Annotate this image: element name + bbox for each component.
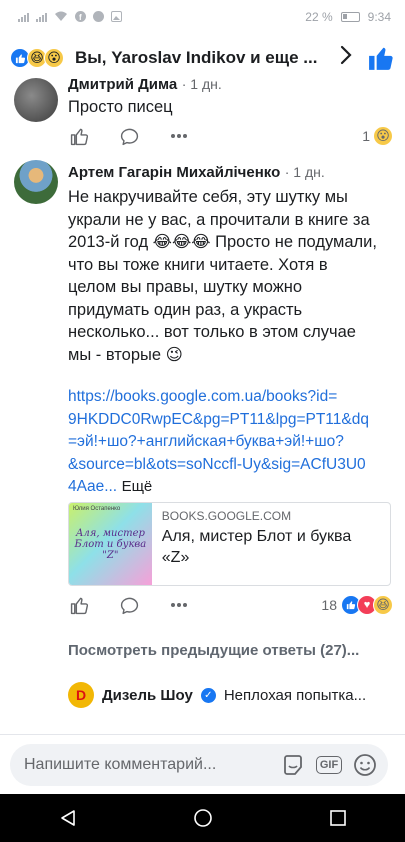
wifi-icon xyxy=(55,11,67,21)
link-preview-info: BOOKS.GOOGLE.COM Аля, мистер Блот и букв… xyxy=(152,503,390,585)
comment-text-line: целом вы правы, шутку можно xyxy=(68,278,303,296)
comment-author[interactable]: Дмитрий Дима xyxy=(68,76,177,93)
comment-time: 1 дн. xyxy=(293,164,325,180)
sticker-icon xyxy=(284,754,302,775)
see-more-link[interactable]: Ещё xyxy=(122,478,153,495)
link-line[interactable]: =эй!+шо?+английская+буква+эй!+шо? xyxy=(68,431,398,454)
thumbs-up-outline-icon xyxy=(70,128,88,145)
more-options-button[interactable] xyxy=(168,594,190,616)
status-left: f xyxy=(18,11,122,22)
wow-reaction-icon: 😮 xyxy=(44,48,64,68)
thumbs-up-outline-icon xyxy=(70,597,88,614)
laugh-reaction-icon: 😆 xyxy=(373,595,393,615)
comment-bubble-icon xyxy=(120,128,138,145)
messenger-notification-icon xyxy=(93,11,104,22)
recents-button[interactable] xyxy=(318,798,358,838)
comment-actions xyxy=(68,594,190,616)
reply-text: Неплохая попытка... xyxy=(223,686,367,704)
comment-input[interactable]: Напишите комментарий... GIF xyxy=(10,743,388,786)
facebook-notification-icon: f xyxy=(75,11,86,22)
comments-list[interactable]: Дмитрий Дима · 1 дн. Просто писец 1 😮 Ар… xyxy=(0,70,405,734)
home-button[interactable] xyxy=(183,798,223,838)
comment-time: 1 дн. xyxy=(190,76,222,92)
back-button[interactable] xyxy=(48,798,88,838)
image-notification-icon xyxy=(111,11,122,22)
link-line[interactable]: &source=bl&ots=soNccfl-Uy&sig=ACfU3U0 xyxy=(68,454,398,477)
reply-action-button[interactable] xyxy=(118,125,140,147)
comment-input-placeholder[interactable]: Напишите комментарий... xyxy=(24,756,272,774)
reaction-count-number: 1 xyxy=(362,128,370,144)
comment-header: Артем Гагарін Михайліченко · 1 дн. xyxy=(68,164,325,181)
thumbs-up-icon xyxy=(369,47,394,70)
sticker-button[interactable] xyxy=(278,750,308,780)
reaction-count-number: 18 xyxy=(321,597,337,613)
link-line[interactable]: 4Aae... xyxy=(68,478,117,495)
link-line[interactable]: 9HKDDC0RwpEC&pg=PT11&lpg=PT11&dq xyxy=(68,409,398,432)
clock: 9:34 xyxy=(367,9,391,24)
comment-text-line: придумать один раз, а украсть xyxy=(68,300,303,319)
reaction-count[interactable]: 18 ♥ 😆 xyxy=(321,595,393,615)
chevron-right-icon[interactable] xyxy=(335,44,358,72)
signal-icon xyxy=(18,12,29,22)
link-title: Аля, мистер Блот и буква «Z» xyxy=(161,528,352,566)
like-action-button[interactable] xyxy=(68,594,90,616)
link-line[interactable]: https://books.google.com.ua/books?id= xyxy=(68,386,398,409)
avatar[interactable]: D xyxy=(68,682,94,708)
wow-reaction-icon: 😮 xyxy=(373,126,393,146)
reply-author[interactable]: Дизель Шоу xyxy=(102,687,193,704)
svg-text:f: f xyxy=(79,13,82,22)
comment-text-line: Не накручивайте себя, эту шутку мы xyxy=(68,188,348,206)
comment-text-line: несколько... вот только в этом случае xyxy=(68,323,356,341)
comment-text: Не накручивайте себя, эту шутку мы украл… xyxy=(68,186,398,366)
comment-actions xyxy=(68,125,190,147)
signal-icon-2 xyxy=(36,12,47,22)
battery-icon xyxy=(340,11,360,22)
comment-text-line: 2013-й год 😂😂😂 Просто не подумали, xyxy=(68,233,377,251)
home-circle-icon xyxy=(193,809,212,827)
like-action-button[interactable] xyxy=(68,125,90,147)
header-reactions: 😆 😮 xyxy=(10,48,64,68)
more-options-button[interactable] xyxy=(168,125,190,147)
smiley-icon xyxy=(354,753,376,776)
reaction-count[interactable]: 1 😮 xyxy=(362,126,393,146)
more-dots-icon xyxy=(171,134,187,138)
book-cover-title: Аля, мистер Блот и буква "Z" xyxy=(74,527,147,561)
link-preview-card[interactable]: Юлия Остапенко Аля, мистер Блот и буква … xyxy=(68,502,391,586)
comment-bubble-icon xyxy=(120,597,138,614)
reply-action-button[interactable] xyxy=(118,594,140,616)
comment-author[interactable]: Артем Гагарін Михайліченко xyxy=(68,164,280,181)
gif-button[interactable]: GIF xyxy=(314,750,344,780)
battery-percent: 22 % xyxy=(305,9,333,24)
book-cover-thumbnail: Юлия Остапенко Аля, мистер Блот и буква … xyxy=(69,503,152,585)
system-navigation-bar xyxy=(0,794,405,842)
avatar[interactable] xyxy=(14,78,58,122)
header-title[interactable]: Вы, Yaroslav Indikov и еще ... xyxy=(75,48,327,68)
comment-text-line: что вы тоже книги читаете. Хотя в xyxy=(68,255,328,274)
book-cover-author: Юлия Остапенко xyxy=(73,506,121,512)
comment-header: Дмитрий Дима · 1 дн. xyxy=(68,76,222,93)
more-dots-icon xyxy=(171,603,187,607)
avatar[interactable] xyxy=(14,160,58,204)
comment-text-line: украли не у вас, а прочитали в книге за xyxy=(68,210,370,229)
back-triangle-icon xyxy=(60,810,75,826)
comment-link[interactable]: https://books.google.com.ua/books?id= 9H… xyxy=(68,386,398,499)
status-bar: f 22 % 9:34 xyxy=(0,0,405,33)
recents-square-icon xyxy=(329,810,346,826)
reply-item[interactable]: D Дизель Шоу ✓ Неплохая попытка... xyxy=(68,682,384,708)
comment-text-line: мы - вторые 😉 xyxy=(68,345,183,364)
view-previous-replies-link[interactable]: Посмотреть предыдущие ответы (27)... xyxy=(68,642,359,659)
gif-icon: GIF xyxy=(315,755,343,774)
status-right: 22 % 9:34 xyxy=(305,10,391,24)
comment-composer: Напишите комментарий... GIF xyxy=(0,734,405,794)
like-button[interactable] xyxy=(368,44,395,72)
comment-text: Просто писец xyxy=(68,98,173,116)
link-domain: BOOKS.GOOGLE.COM xyxy=(161,509,292,523)
verified-badge-icon: ✓ xyxy=(200,687,216,703)
emoji-button[interactable] xyxy=(350,750,380,780)
